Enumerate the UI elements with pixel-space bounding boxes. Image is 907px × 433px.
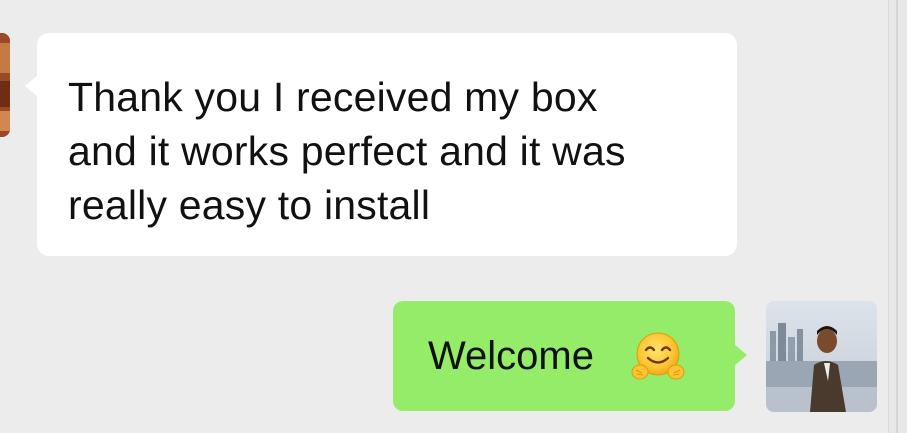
outgoing-message-text: Welcome — [428, 334, 594, 378]
incoming-message-text: Thank you I received my box and it works… — [68, 70, 718, 232]
scroll-edge — [888, 0, 907, 433]
outgoing-message-bubble[interactable]: Welcome — [393, 301, 747, 411]
incoming-message-line: Thank you I received my box — [68, 74, 598, 120]
user-avatar[interactable] — [766, 301, 877, 412]
user-avatar-image — [766, 301, 877, 412]
incoming-message-line: really easy to install — [68, 182, 431, 228]
contact-avatar-image — [0, 33, 10, 137]
incoming-message-bubble[interactable]: Thank you I received my box and it works… — [25, 33, 737, 256]
contact-avatar[interactable] — [0, 33, 10, 137]
hugging-face-icon — [631, 332, 685, 380]
incoming-message-line: and it works perfect and it was — [68, 128, 626, 174]
